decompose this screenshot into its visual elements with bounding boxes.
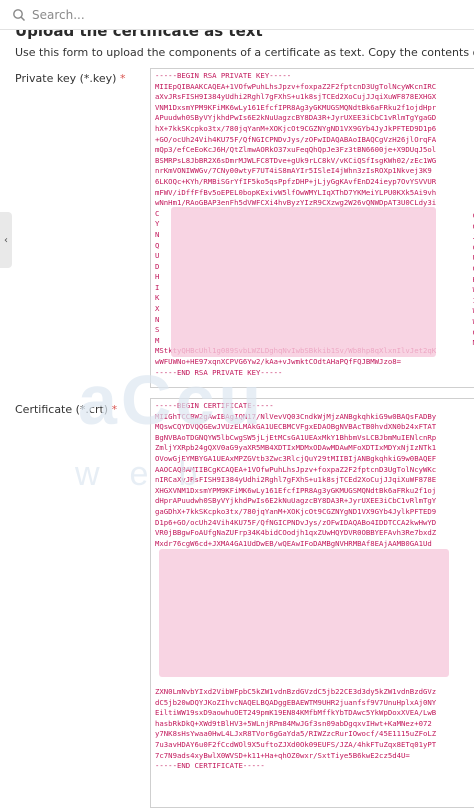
certificate-label: Certificate (*.crt) * (15, 403, 118, 416)
private-key-label: Private key (*.key) * (15, 72, 126, 85)
chevron-left-icon: ‹ (4, 234, 8, 246)
certificate-textarea[interactable]: -----BEGIN CERTIFICATE----- MIIGhTCCBW2g… (150, 398, 474, 808)
search-icon (13, 8, 26, 21)
search-input[interactable]: Search... (32, 8, 85, 22)
redaction-block (159, 549, 449, 677)
collapse-handle[interactable]: ‹ (0, 212, 12, 268)
search-bar[interactable]: Search... (0, 0, 474, 30)
redaction-block (171, 207, 436, 357)
page-description: Use this form to upload the components o… (15, 46, 474, 59)
private-key-textarea[interactable]: -----BEGIN RSA PRIVATE KEY----- MIIEpQIB… (150, 68, 474, 388)
